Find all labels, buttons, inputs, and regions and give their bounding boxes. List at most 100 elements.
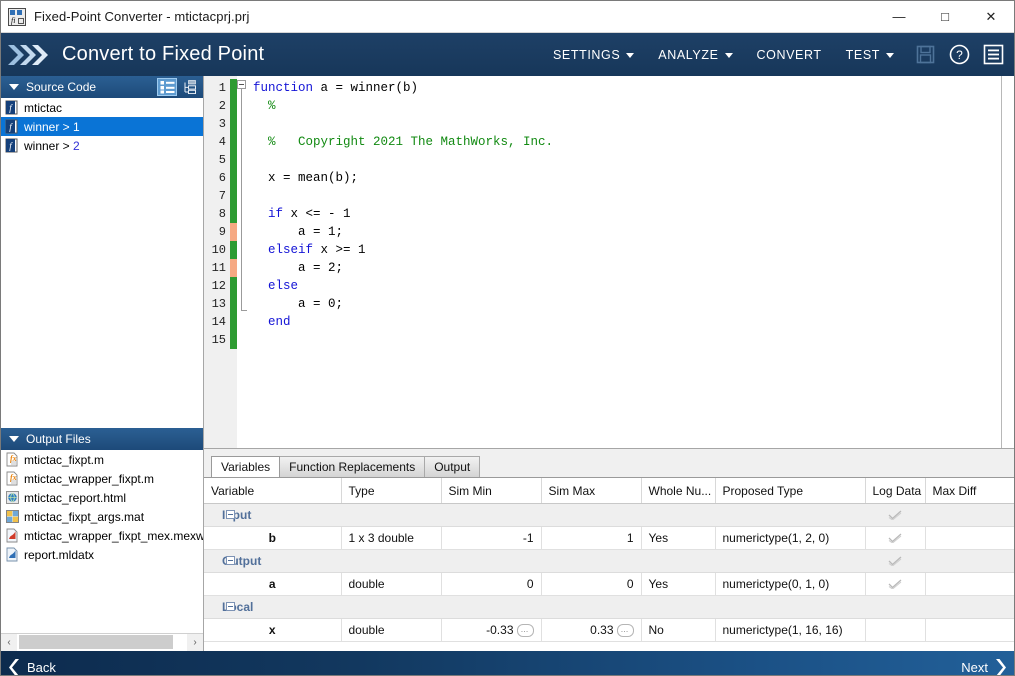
menu-settings[interactable]: SETTINGS: [541, 42, 646, 68]
check-icon: [888, 510, 902, 520]
source-item-label: mtictac: [24, 101, 62, 115]
menu-test[interactable]: TEST: [834, 42, 906, 68]
back-button[interactable]: Back: [9, 659, 56, 676]
column-header[interactable]: Whole Nu...: [641, 478, 715, 504]
source-code-title: Source Code: [26, 80, 96, 94]
menu-convert[interactable]: CONVERT: [745, 42, 834, 68]
close-button[interactable]: ✕: [968, 1, 1014, 32]
sim-min-cell[interactable]: 0: [441, 573, 541, 596]
output-file-mtictac-fixpt-m[interactable]: fx mtictac_fixpt.m: [1, 450, 203, 469]
coverage-marker: [230, 79, 237, 97]
log-data-cell[interactable]: [865, 527, 925, 550]
menu-icon[interactable]: [978, 40, 1008, 70]
line-number: 7: [204, 187, 230, 205]
collapse-expander-icon[interactable]: [226, 556, 235, 565]
output-file-report-mldatx[interactable]: report.mldatx: [1, 545, 203, 564]
source-item-label: winner > 2: [24, 139, 80, 153]
source-item-winner-1[interactable]: f winner > 1: [1, 117, 203, 136]
tab-function-replacements[interactable]: Function Replacements: [279, 456, 425, 477]
max-diff-cell: [925, 550, 1014, 573]
column-header[interactable]: Sim Max: [541, 478, 641, 504]
maximize-button[interactable]: □: [922, 1, 968, 32]
column-header[interactable]: Variable: [204, 478, 341, 504]
code-line: [249, 115, 1001, 133]
output-file-mtictac-fixpt-args-mat[interactable]: mtictac_fixpt_args.mat: [1, 507, 203, 526]
table-group-row[interactable]: Output: [204, 550, 1014, 573]
scroll-left-arrow-icon[interactable]: ‹: [1, 634, 17, 651]
save-icon[interactable]: [910, 40, 940, 70]
output-file-mtictac-wrapper-fixpt-mex[interactable]: mtictac_wrapper_fixpt_mex.mexw: [1, 526, 203, 545]
proposed-type-cell[interactable]: numerictype(1, 2, 0): [715, 527, 865, 550]
code-text-area[interactable]: function a = winner(b) % % Copyright 202…: [249, 76, 1001, 448]
max-diff-cell: [925, 596, 1014, 619]
right-pane: 123456789101112131415 function a = winne…: [204, 76, 1014, 651]
scrollbar-thumb[interactable]: [19, 635, 173, 649]
function-file-icon: f: [5, 100, 20, 115]
menu-analyze[interactable]: ANALYZE: [646, 42, 744, 68]
coverage-marker: [230, 115, 237, 133]
collapse-expander-icon[interactable]: [226, 510, 235, 519]
output-file-mtictac-wrapper-fixpt-m[interactable]: fx mtictac_wrapper_fixpt.m: [1, 469, 203, 488]
table-header-row: VariableTypeSim MinSim MaxWhole Nu...Pro…: [204, 478, 1014, 504]
sim-max-cell[interactable]: 0: [541, 573, 641, 596]
coverage-marker: [230, 277, 237, 295]
log-data-cell[interactable]: [865, 550, 925, 573]
group-label[interactable]: Output: [204, 550, 865, 573]
log-data-cell[interactable]: [865, 619, 925, 642]
output-file-label: mtictac_wrapper_fixpt.m: [24, 472, 154, 486]
source-code-section-header[interactable]: Source Code: [1, 76, 203, 98]
scrollbar-track[interactable]: [17, 634, 187, 651]
coverage-marker: [230, 187, 237, 205]
fold-toggle-icon[interactable]: [237, 80, 246, 89]
output-files-section-header[interactable]: Output Files: [1, 428, 203, 450]
collapse-triangle-icon[interactable]: [9, 84, 19, 90]
table-group-row[interactable]: Input: [204, 504, 1014, 527]
output-file-mtictac-report-html[interactable]: mtictac_report.html: [1, 488, 203, 507]
column-header[interactable]: Sim Min: [441, 478, 541, 504]
scroll-right-arrow-icon[interactable]: ›: [187, 634, 203, 651]
help-icon[interactable]: ?: [944, 40, 974, 70]
log-data-cell[interactable]: [865, 504, 925, 527]
check-icon: [888, 579, 902, 589]
sim-max-cell[interactable]: 1: [541, 527, 641, 550]
sim-min-cell[interactable]: -1: [441, 527, 541, 550]
proposed-type-cell[interactable]: numerictype(1, 16, 16): [715, 619, 865, 642]
range-detail-badge[interactable]: …: [517, 624, 534, 637]
tree-view-icon[interactable]: [180, 78, 200, 96]
table-row[interactable]: adouble00Yesnumerictype(0, 1, 0): [204, 573, 1014, 596]
log-data-cell[interactable]: [865, 573, 925, 596]
m-file-icon: fx: [5, 452, 20, 467]
sidebar-horizontal-scrollbar[interactable]: ‹ ›: [1, 633, 203, 651]
max-diff-cell: [925, 504, 1014, 527]
column-header[interactable]: Log Data: [865, 478, 925, 504]
coverage-marker: [230, 205, 237, 223]
sim-max-cell[interactable]: 0.33…: [541, 619, 641, 642]
code-line: [249, 187, 1001, 205]
collapse-expander-icon[interactable]: [226, 602, 235, 611]
check-icon: [888, 533, 902, 543]
proposed-type-cell[interactable]: numerictype(0, 1, 0): [715, 573, 865, 596]
column-header[interactable]: Type: [341, 478, 441, 504]
table-row[interactable]: xdouble-0.33…0.33…Nonumerictype(1, 16, 1…: [204, 619, 1014, 642]
title-bar: fi Fixed-Point Converter - mtictacprj.pr…: [1, 1, 1014, 33]
source-item-winner-2[interactable]: f winner > 2: [1, 136, 203, 155]
table-group-row[interactable]: Local: [204, 596, 1014, 619]
list-view-icon[interactable]: [157, 78, 177, 96]
tab-variables[interactable]: Variables: [211, 456, 280, 477]
sim-min-cell[interactable]: -0.33…: [441, 619, 541, 642]
group-label[interactable]: Local: [204, 596, 865, 619]
code-fold-column[interactable]: [237, 76, 249, 448]
range-detail-badge[interactable]: …: [617, 624, 634, 637]
table-row[interactable]: b1 x 3 double-11Yesnumerictype(1, 2, 0): [204, 527, 1014, 550]
column-header[interactable]: Max Diff: [925, 478, 1014, 504]
collapse-triangle-icon[interactable]: [9, 436, 19, 442]
tab-output[interactable]: Output: [424, 456, 480, 477]
source-item-mtictac[interactable]: f mtictac: [1, 98, 203, 117]
minimize-button[interactable]: —: [876, 1, 922, 32]
log-data-cell[interactable]: [865, 596, 925, 619]
group-label[interactable]: Input: [204, 504, 865, 527]
code-line: end: [249, 313, 1001, 331]
next-button[interactable]: Next: [961, 659, 1006, 676]
column-header[interactable]: Proposed Type: [715, 478, 865, 504]
line-number: 2: [204, 97, 230, 115]
